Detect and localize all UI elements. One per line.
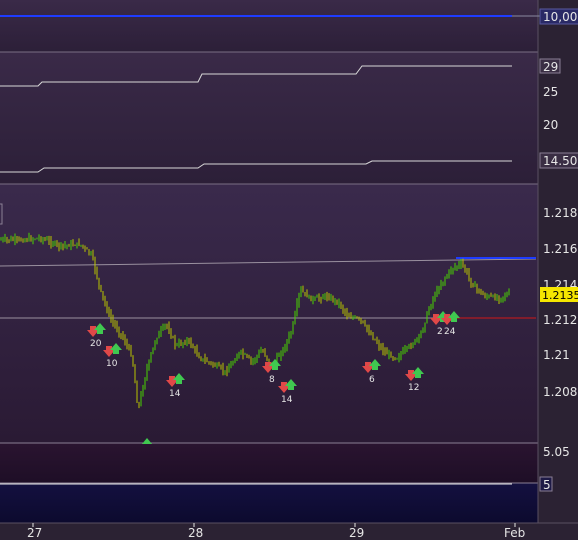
- tick-label: 5.05: [543, 445, 570, 459]
- last-price-label: 1.2135: [542, 289, 578, 302]
- trade-count-label: 6: [369, 375, 375, 385]
- trade-count-label: 14: [169, 389, 181, 399]
- trade-count-label: 20: [90, 339, 102, 349]
- trade-count-label: 12: [408, 383, 419, 393]
- trading-chart[interactable]: 20 10 14 8 14 6 12 224 10,000 29 25 20 14.500 1…: [0, 0, 578, 540]
- pane-volume-bg: [0, 0, 538, 52]
- pane-price-bg: [0, 184, 538, 443]
- trade-count-label: 2: [437, 327, 443, 337]
- tick-label: 20: [543, 118, 558, 132]
- trade-count-label: 14: [281, 395, 293, 405]
- trade-count-label: 24: [444, 327, 456, 337]
- tick-label: 1.21: [543, 348, 570, 362]
- x-tick-label: Feb: [504, 526, 525, 540]
- tick-label: 5: [543, 478, 551, 492]
- x-tick-label: 29: [349, 526, 364, 540]
- tick-label: 1.216: [543, 242, 577, 256]
- tick-label: 1.208: [543, 385, 577, 399]
- tick-label: 1.218: [543, 206, 577, 220]
- x-tick-label: 28: [188, 526, 203, 540]
- time-axis-bg: [0, 523, 578, 540]
- pane-bottom-bg: [0, 483, 538, 523]
- pane-lower-bg: [0, 443, 538, 483]
- tick-label: 25: [543, 85, 558, 99]
- x-tick-label: 27: [27, 526, 42, 540]
- trade-count-label: 10: [106, 359, 118, 369]
- tick-label: 29: [543, 60, 558, 74]
- tick-label: 14.500: [543, 154, 578, 168]
- tick-label: 10,000: [543, 10, 578, 24]
- trade-count-label: 8: [269, 375, 275, 385]
- tick-label: 1.212: [543, 313, 577, 327]
